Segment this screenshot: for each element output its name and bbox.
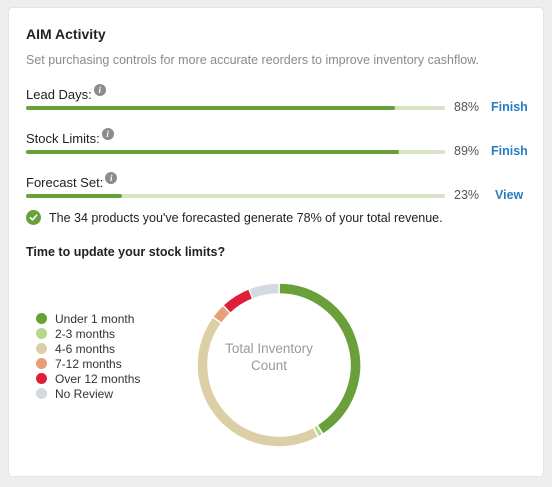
legend-swatch: [36, 358, 47, 369]
legend-label: 7-12 months: [55, 356, 122, 371]
legend-item[interactable]: No Review: [36, 386, 140, 401]
progress-percent: 89%: [454, 144, 480, 158]
card-subtitle: Set purchasing controls for more accurat…: [26, 53, 479, 67]
metric-lead-days: Lead Days: i 88% Finish: [26, 84, 536, 124]
donut-slice-over-12-months[interactable]: [221, 287, 254, 315]
center-label-line2: Count: [250, 358, 288, 373]
legend-label: 2-3 months: [55, 326, 116, 341]
legend-label: No Review: [55, 386, 114, 401]
legend-label: Under 1 month: [55, 311, 135, 326]
chart-legend: Under 1 month 2-3 months 4-6 months 7-12 mo…: [36, 311, 140, 401]
progress-track: [26, 150, 445, 154]
donut-slice-no-review[interactable]: [247, 282, 280, 300]
legend-item[interactable]: 2-3 months: [36, 326, 140, 341]
metric-label: Forecast Set:: [26, 175, 104, 190]
card-title: AIM Activity: [26, 26, 106, 42]
check-circle-icon: [26, 210, 41, 225]
legend-swatch: [36, 328, 47, 339]
finish-link[interactable]: Finish: [491, 144, 528, 158]
legend-label: Over 12 months: [55, 371, 141, 386]
progress-percent: 88%: [454, 100, 480, 114]
progress-track: [26, 106, 445, 110]
progress-fill: [26, 194, 123, 198]
legend-swatch: [36, 343, 47, 354]
legend-label: 4-6 months: [55, 341, 116, 356]
legend-swatch: [36, 313, 47, 324]
progress-track: [26, 194, 445, 198]
donut-center-label: Total Inventory Count: [206, 340, 332, 374]
progress-fill: [26, 106, 395, 110]
metric-label-wrap: Lead Days: i: [26, 84, 106, 102]
legend-item[interactable]: Over 12 months: [36, 371, 140, 386]
metric-label-wrap: Stock Limits: i: [26, 128, 114, 146]
progress-percent: 23%: [454, 188, 480, 202]
progress-fill: [26, 150, 399, 154]
section-title: Time to update your stock limits?: [26, 245, 226, 259]
legend-item[interactable]: 4-6 months: [36, 341, 140, 356]
note-text: The 34 products you've forecasted genera…: [49, 210, 443, 225]
metric-forecast-set: Forecast Set: i 23% View: [26, 172, 536, 212]
info-icon[interactable]: i: [93, 84, 106, 96]
center-label-line1: Total Inventory: [225, 341, 313, 356]
metric-stock-limits: Stock Limits: i 89% Finish: [26, 128, 536, 168]
legend-swatch: [36, 388, 47, 399]
view-link[interactable]: View: [495, 188, 523, 202]
metric-label-wrap: Forecast Set: i: [26, 172, 118, 190]
legend-item[interactable]: 7-12 months: [36, 356, 140, 371]
metric-label: Lead Days:: [26, 87, 92, 102]
donut-slice-4-6-months[interactable]: [196, 315, 320, 448]
legend-item[interactable]: Under 1 month: [36, 311, 140, 326]
legend-swatch: [36, 373, 47, 384]
forecast-note: The 34 products you've forecasted genera…: [26, 210, 443, 225]
finish-link[interactable]: Finish: [491, 100, 528, 114]
metric-label: Stock Limits:: [26, 131, 100, 146]
info-icon[interactable]: i: [101, 128, 114, 140]
info-icon[interactable]: i: [105, 172, 118, 184]
